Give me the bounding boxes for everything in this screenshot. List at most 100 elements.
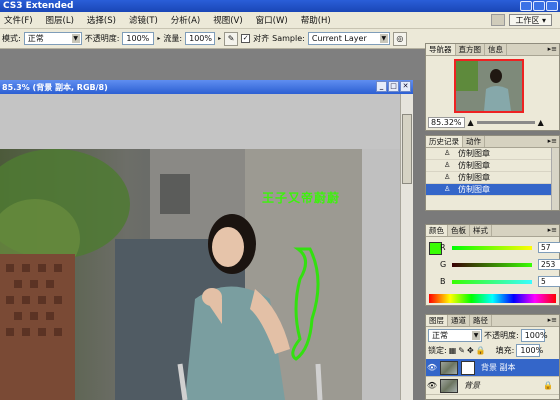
menu-select[interactable]: 选择(S) <box>87 14 116 26</box>
menu-layer[interactable]: 图层(L) <box>46 14 74 26</box>
panel-menu-icon[interactable]: ▸≡ <box>548 316 557 324</box>
doc-minimize-button[interactable]: _ <box>376 81 387 92</box>
chevron-down-icon: ▼ <box>379 34 388 43</box>
red-slider[interactable] <box>452 246 532 250</box>
stamp-icon: ♙ <box>444 173 451 181</box>
blue-input[interactable]: 5 <box>538 276 560 287</box>
scroll-thumb[interactable] <box>402 114 412 184</box>
flow-stepper-icon[interactable]: ▸ <box>218 35 221 42</box>
panel-menu-icon[interactable]: ▸≡ <box>548 137 557 145</box>
red-slider-row: R 57 <box>440 242 560 253</box>
app-title: CS3 Extended <box>3 1 74 11</box>
vertical-scrollbar[interactable] <box>400 94 413 400</box>
menu-file[interactable]: 文件(F) <box>4 14 33 26</box>
navigator-preview[interactable] <box>454 59 524 113</box>
tab-histogram[interactable]: 直方图 <box>456 44 485 55</box>
fill-label: 填充: <box>495 346 515 355</box>
palette-well-icon[interactable] <box>491 14 506 26</box>
tab-info[interactable]: 信息 <box>485 44 507 55</box>
color-spectrum-bar[interactable] <box>429 294 556 303</box>
tab-channels[interactable]: 通道 <box>448 315 470 326</box>
doc-close-button[interactable]: ✕ <box>400 81 411 92</box>
zoom-slider[interactable] <box>476 121 535 124</box>
lock-all-icon[interactable]: 🔒 <box>476 346 486 355</box>
ignore-adjustment-icon[interactable]: ◎ <box>392 31 407 46</box>
layer-name[interactable]: 背景 副本 <box>481 362 516 373</box>
maximize-button[interactable] <box>533 1 545 11</box>
stamp-icon: ♙ <box>444 161 451 169</box>
tab-navigator[interactable]: 导航器 <box>426 44 456 55</box>
aligned-label: 对齐 <box>253 34 270 43</box>
menu-filter[interactable]: 滤镜(T) <box>129 14 158 26</box>
menu-analysis[interactable]: 分析(A) <box>171 14 200 26</box>
layer-thumbnail <box>440 360 458 375</box>
layer-mask-thumbnail <box>461 360 475 375</box>
tab-paths[interactable]: 路径 <box>470 315 492 326</box>
mode-value: 正常 <box>27 34 44 43</box>
blend-mode-select[interactable]: 正常 ▼ <box>428 329 482 342</box>
lock-transparency-icon[interactable]: ▦ <box>449 346 457 355</box>
document-title: 85.3% (背景 副本, RGB/8) <box>2 83 108 92</box>
history-item[interactable]: ♙ 仿制图章 <box>426 172 559 184</box>
history-tabs: 历史记录 动作 ▸≡ <box>426 136 559 148</box>
history-item-selected[interactable]: ♙ 仿制图章 <box>426 184 559 196</box>
panel-menu-icon[interactable]: ▸≡ <box>548 45 557 53</box>
minimize-button[interactable] <box>520 1 532 11</box>
eye-icon[interactable]: 👁 <box>426 363 438 372</box>
opacity-stepper-icon[interactable]: ▸ <box>157 35 160 42</box>
layer-opacity-input[interactable]: 100% <box>520 329 548 342</box>
aligned-checkbox[interactable]: ✓ <box>241 34 251 43</box>
doc-maximize-button[interactable]: □ <box>388 81 399 92</box>
workspace-menu[interactable]: 工作区 ▾ <box>509 14 552 26</box>
lock-position-icon[interactable]: ✥ <box>467 346 474 355</box>
layer-thumbnail <box>440 378 458 393</box>
history-item[interactable]: ♙ 仿制图章 <box>426 160 559 172</box>
history-scrollbar[interactable] <box>551 148 559 210</box>
layer-lock-row: 锁定: ▦ ✎ ✥ 🔒 填充: 100% <box>426 344 559 359</box>
menu-view[interactable]: 视图(V) <box>213 14 242 26</box>
tab-actions[interactable]: 动作 <box>463 136 485 147</box>
panel-menu-icon[interactable]: ▸≡ <box>548 226 557 234</box>
history-item[interactable]: ♙ 仿制图章 <box>426 148 559 160</box>
layer-name[interactable]: 背景 <box>464 380 480 391</box>
eye-icon[interactable]: 👁 <box>426 381 438 390</box>
tab-color[interactable]: 颜色 <box>426 225 448 236</box>
layer-row-background[interactable]: 👁 背景 🔒 <box>426 377 559 395</box>
history-item-label: 仿制图章 <box>458 149 490 158</box>
opacity-input[interactable]: 100% <box>122 32 155 45</box>
opacity-label: 不透明度: <box>84 34 120 43</box>
red-label: R <box>440 243 446 252</box>
tab-layers[interactable]: 图层 <box>426 315 448 326</box>
red-input[interactable]: 57 <box>538 242 560 253</box>
green-slider-row: G 253 <box>440 259 560 270</box>
airbrush-icon[interactable]: ✎ <box>224 31 239 46</box>
layer-row-background-copy[interactable]: 👁 背景 副本 <box>426 359 559 377</box>
menu-window[interactable]: 窗口(W) <box>256 14 288 26</box>
blue-slider[interactable] <box>452 280 532 284</box>
tab-styles[interactable]: 样式 <box>470 225 492 236</box>
app-titlebar: CS3 Extended <box>0 0 560 12</box>
close-button[interactable] <box>546 1 558 11</box>
layers-panel: 图层 通道 路径 ▸≡ 正常 ▼ 不透明度: 100% 锁定: ▦ ✎ ✥ 🔒 填… <box>425 314 560 400</box>
green-slider[interactable] <box>452 263 532 267</box>
mode-select[interactable]: 正常 ▼ <box>23 32 82 45</box>
tab-history[interactable]: 历史记录 <box>426 136 463 147</box>
canvas-gray-area <box>0 94 400 149</box>
green-input[interactable]: 253 <box>538 259 560 270</box>
zoom-in-icon[interactable]: ▲ <box>538 118 544 127</box>
tab-swatches[interactable]: 色板 <box>448 225 470 236</box>
fill-input[interactable]: 100% <box>516 344 543 357</box>
menu-help[interactable]: 帮助(H) <box>301 14 331 26</box>
zoom-value[interactable]: 85.32% <box>428 117 465 128</box>
sample-select[interactable]: Current Layer ▼ <box>307 32 390 45</box>
zoom-out-icon[interactable]: ▲ <box>468 118 474 127</box>
navigator-panel: 导航器 直方图 信息 ▸≡ 85.32% ▲ ▲ <box>425 43 560 131</box>
workspace-label: 工作区 <box>515 16 540 25</box>
canvas-image[interactable]: 王子又帝蔚蔚 <box>0 149 362 400</box>
color-panel: 颜色 色板 样式 ▸≡ R 57 G 253 B 5 <box>425 224 560 306</box>
layer-blend-row: 正常 ▼ 不透明度: 100% <box>426 327 559 344</box>
flow-label: 流量: <box>163 34 183 43</box>
blue-label: B <box>440 277 446 286</box>
flow-input[interactable]: 100% <box>185 32 216 45</box>
lock-pixels-icon[interactable]: ✎ <box>458 346 465 355</box>
